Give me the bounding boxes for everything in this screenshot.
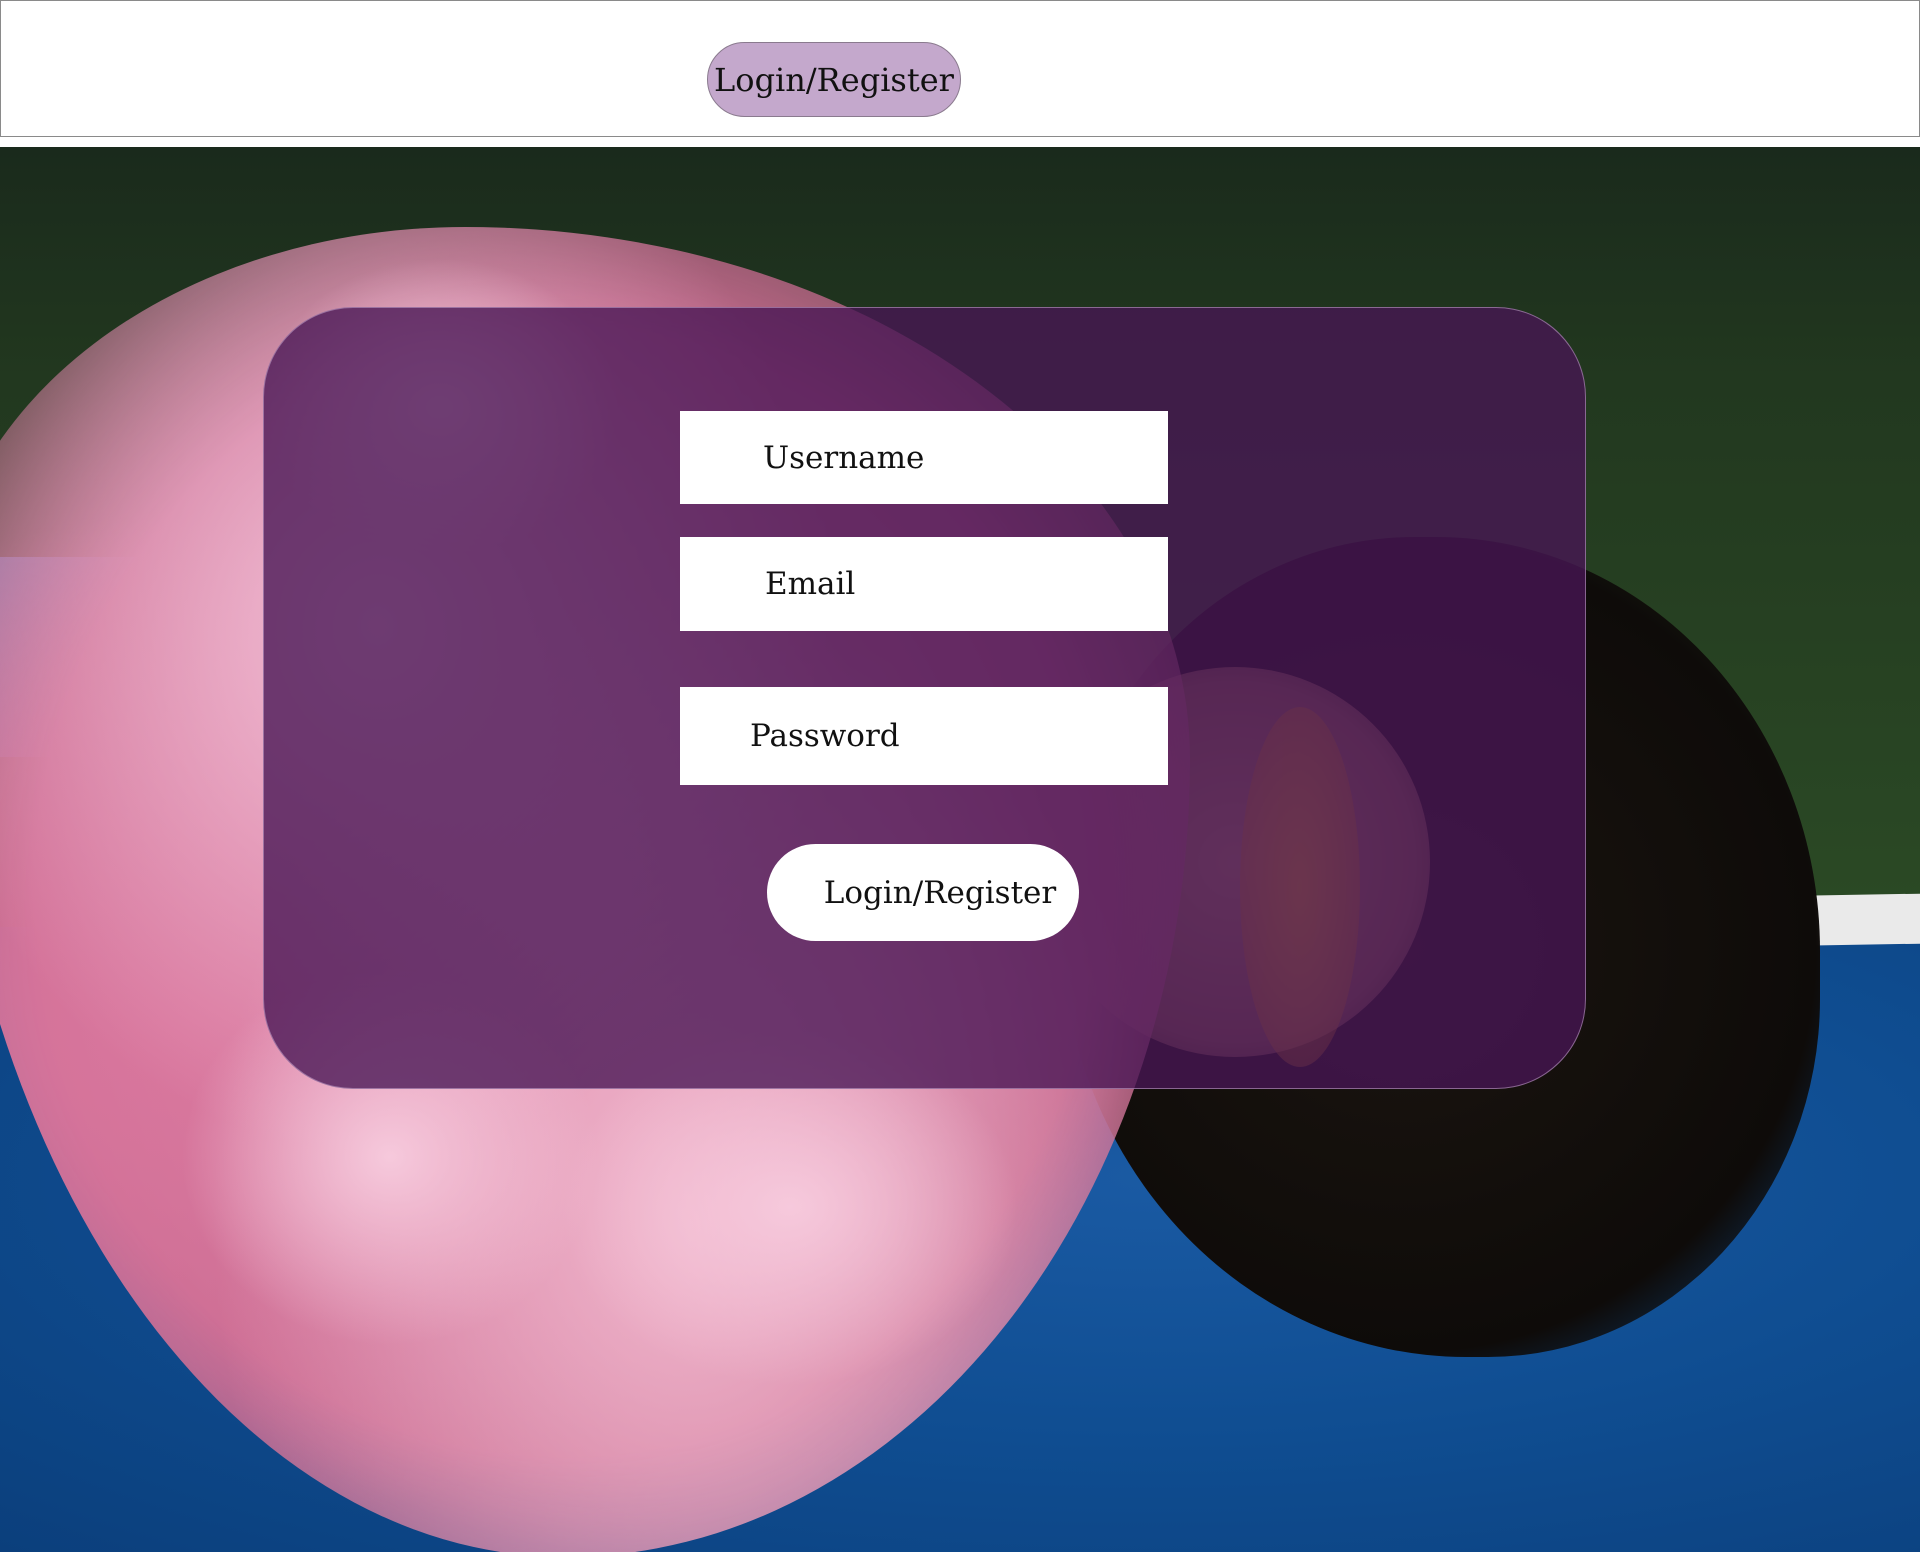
email-field[interactable]: Email: [680, 537, 1168, 631]
username-field[interactable]: Username: [680, 411, 1168, 504]
login-register-nav-button[interactable]: Login/Register: [707, 42, 961, 117]
password-field[interactable]: Password: [680, 687, 1168, 785]
login-register-submit-button[interactable]: Login/Register: [767, 844, 1079, 941]
top-navigation-bar: Login/Register: [0, 0, 1920, 137]
